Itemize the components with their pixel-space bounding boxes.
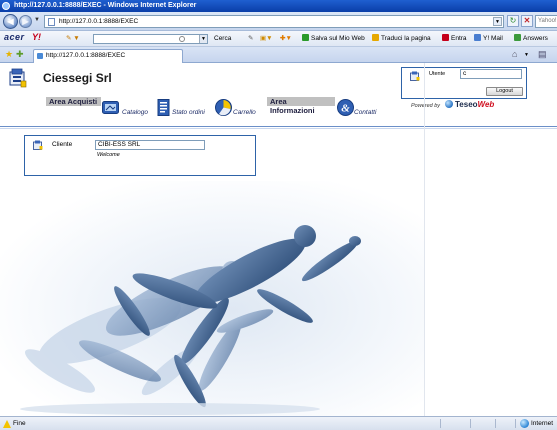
teseo-web-text: Web <box>477 100 495 109</box>
client-icon <box>33 140 43 150</box>
save-icon <box>302 34 309 41</box>
menu-contatti[interactable]: & Contatti <box>337 97 385 119</box>
cart-icon <box>215 99 232 116</box>
security-zone[interactable]: Internet <box>531 417 553 430</box>
mail-icon <box>474 34 481 41</box>
welcome-text: Welcome <box>97 152 120 158</box>
tab-title: http://127.0.0.1:8888/EXEC <box>46 52 126 59</box>
window-title-bar: http://127.0.0.1:8888/EXEC - Windows Int… <box>0 0 557 12</box>
home-dropdown-icon[interactable]: ▼ <box>524 52 529 58</box>
edit-icon[interactable]: ✎ <box>248 34 253 44</box>
main-menu: Area Acquisti Catalogo Stato ordini Carr… <box>46 97 376 119</box>
orders-status-icon <box>157 99 170 116</box>
yahoo-toolbar: acer Y! ✎ ▼ ▼ Cerca ✎ ▣▼ ✚▼ Salva sul Mi… <box>0 31 557 47</box>
salva-button[interactable]: Salva sul Mio Web <box>302 34 365 44</box>
menu-catalogo-label: Catalogo <box>122 109 149 116</box>
tab-row: ★ ✚ http://127.0.0.1:8888/EXEC ⌂ ▼ ▤ <box>0 47 557 63</box>
traduci-button[interactable]: Traduci la pagina <box>372 34 431 44</box>
ymail-label: Y! Mail <box>483 35 503 42</box>
menu-stato-ordini[interactable]: Stato ordini <box>156 97 214 119</box>
internet-zone-icon <box>520 419 529 428</box>
status-cell-divider <box>440 419 441 428</box>
history-dropdown-icon[interactable]: ▼ <box>34 17 40 23</box>
traduci-label: Traduci la pagina <box>381 35 431 42</box>
page-menu-icon[interactable]: ▤ <box>538 49 547 60</box>
user-input[interactable]: c <box>460 69 522 79</box>
company-logo-icon <box>9 68 27 88</box>
address-text: http://127.0.0.1:8888/EXEC <box>59 18 139 25</box>
tab-page-icon <box>37 53 43 59</box>
back-button[interactable]: ◀ <box>3 14 18 29</box>
forward-button[interactable]: ▶ <box>19 15 32 28</box>
address-dropdown-icon[interactable]: ▼ <box>493 17 502 26</box>
entra-button[interactable]: Entra <box>442 34 467 44</box>
contacts-icon: & <box>337 99 354 116</box>
header-divider <box>0 126 557 127</box>
powered-by-label: Powered by <box>411 103 441 109</box>
pencil-icon[interactable]: ✎ ▼ <box>66 34 80 44</box>
acer-logo[interactable]: acer <box>4 32 25 42</box>
svg-text:&: & <box>341 103 350 115</box>
status-cell-divider <box>470 419 471 428</box>
add-icon[interactable]: ✚▼ <box>280 34 292 44</box>
refresh-button[interactable]: ↻ <box>507 15 519 27</box>
logout-button[interactable]: Logout <box>486 87 523 96</box>
teseo-web-logo: TeseoWeb <box>445 100 494 109</box>
add-favorites-icon[interactable]: ✚ <box>16 49 24 60</box>
menu-contatti-label: Contatti <box>354 109 377 116</box>
highlight-icon[interactable]: ▣▼ <box>260 34 273 44</box>
warning-icon <box>3 420 11 428</box>
page-content: Ciessegi Srl Area Acquisti Catalogo Stat… <box>0 63 557 416</box>
menu-stato-ordini-label: Stato ordini <box>172 109 205 116</box>
page-icon <box>48 18 55 26</box>
client-label: Cliente <box>52 141 73 148</box>
user-label: Utente <box>429 71 446 77</box>
cerca-button[interactable]: Cerca <box>214 34 231 44</box>
catalog-icon <box>102 101 119 114</box>
address-input[interactable]: http://127.0.0.1:8888/EXEC ▼ <box>44 15 504 28</box>
menu-carrello[interactable]: Carrello <box>215 97 265 119</box>
sprinters-image <box>0 181 424 416</box>
answers-label: Answers <box>523 35 548 42</box>
translate-icon <box>372 34 379 41</box>
status-bar: Fine Internet <box>0 416 557 430</box>
client-panel: Cliente CIBI-ESS SRL Welcome <box>24 135 256 176</box>
user-panel: Utente c Logout <box>401 67 527 99</box>
salva-label: Salva sul Mio Web <box>311 35 365 42</box>
search-icon <box>179 36 185 42</box>
toolbar-search-input[interactable]: ▼ <box>93 34 208 44</box>
client-field: CIBI-ESS SRL <box>95 140 205 150</box>
toolbar-search-dropdown-icon[interactable]: ▼ <box>199 35 207 43</box>
yahoo-icon <box>442 34 449 41</box>
status-cell-divider <box>495 419 496 428</box>
menu-catalogo[interactable]: Catalogo <box>102 97 152 119</box>
user-icon <box>410 71 420 81</box>
content-right-edge <box>424 63 425 416</box>
ie-icon <box>2 2 10 10</box>
answers-button[interactable]: Answers <box>514 34 548 44</box>
header-divider-secondary <box>0 128 557 129</box>
teseo-logo-icon <box>445 100 453 108</box>
tab-exec[interactable]: http://127.0.0.1:8888/EXEC <box>33 49 183 63</box>
browser-search-input[interactable]: Yahoo! <box>535 15 557 28</box>
yahoo-logo[interactable]: Y! <box>32 32 41 42</box>
menu-carrello-label: Carrello <box>233 109 256 116</box>
ymail-button[interactable]: Y! Mail <box>474 34 503 44</box>
home-icon[interactable]: ⌂ <box>512 49 523 60</box>
status-text: Fine <box>13 420 26 427</box>
entra-label: Entra <box>451 35 467 42</box>
area-informazioni-label: Area Informazioni <box>267 97 335 115</box>
favorites-star-icon[interactable]: ★ <box>5 49 13 60</box>
window-title: http://127.0.0.1:8888/EXEC - Windows Int… <box>14 2 197 9</box>
address-bar-row: ◀ ▶ ▼ http://127.0.0.1:8888/EXEC ▼ ↻ ✕ Y… <box>0 12 557 31</box>
stop-button[interactable]: ✕ <box>521 15 533 27</box>
browser-search-placeholder: Yahoo! <box>538 18 557 24</box>
answers-icon <box>514 34 521 41</box>
company-name: Ciessegi Srl <box>43 71 112 85</box>
area-acquisti-label: Area Acquisti <box>46 97 101 106</box>
status-cell-divider <box>515 419 516 428</box>
teseo-brand: Teseo <box>455 100 478 109</box>
